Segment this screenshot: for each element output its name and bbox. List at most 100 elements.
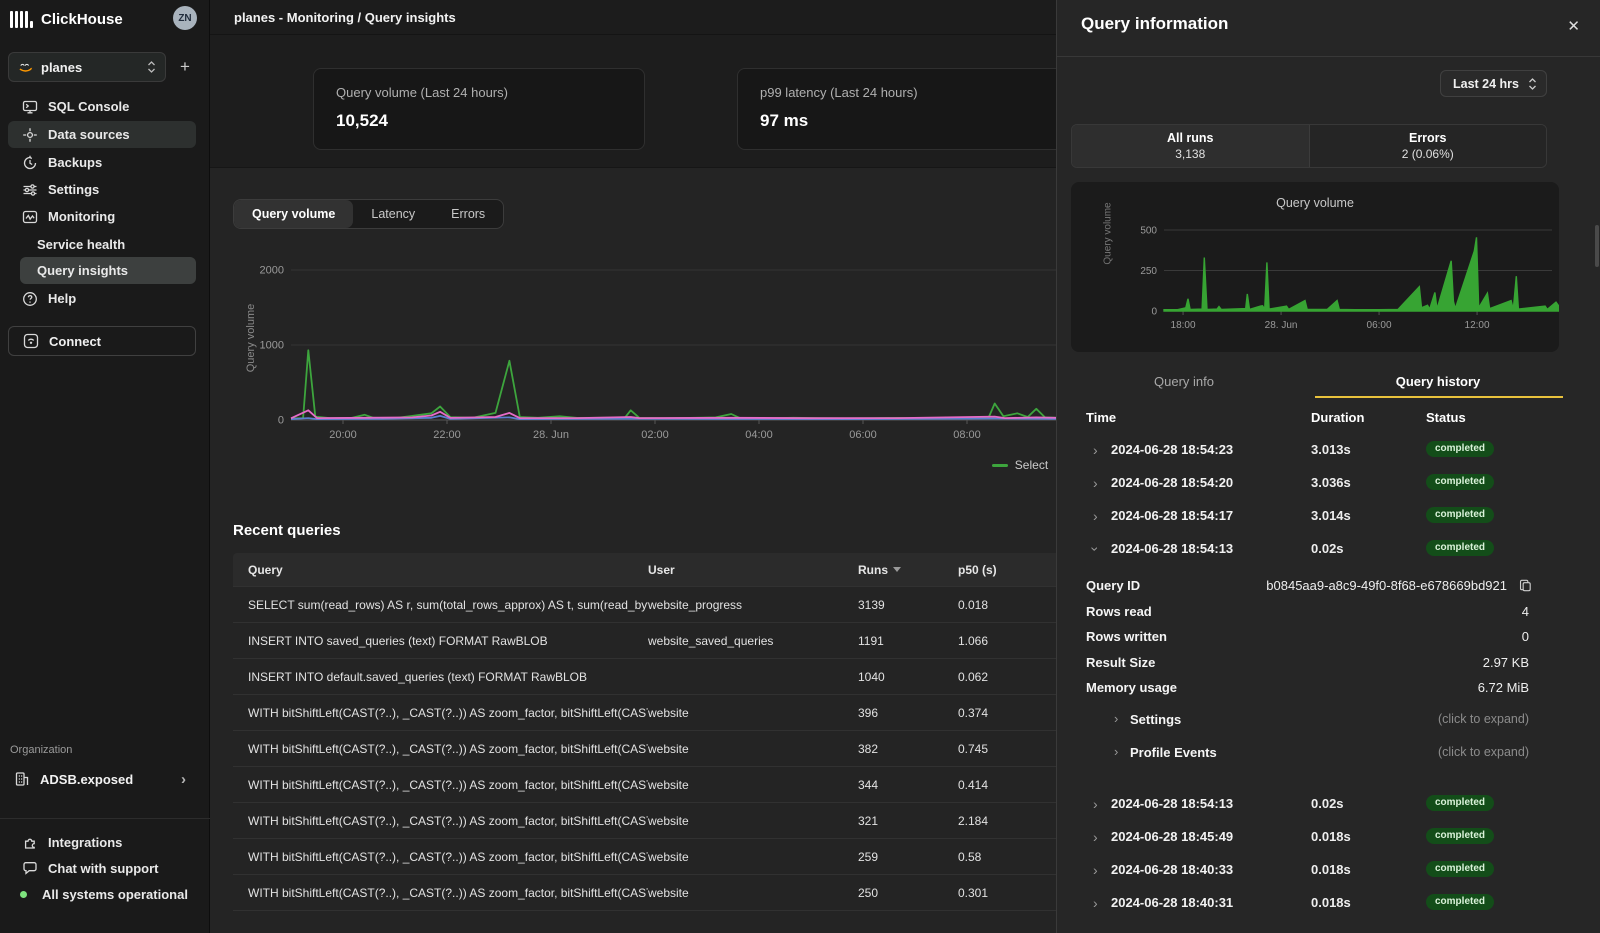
svg-text:06:00: 06:00 bbox=[849, 429, 877, 441]
tab-query-info[interactable]: Query info bbox=[1057, 368, 1311, 398]
cell-query: INSERT INTO default.saved_queries (text)… bbox=[233, 670, 648, 684]
segment-label: All runs bbox=[1167, 131, 1214, 145]
sidebar-item-label: Settings bbox=[48, 182, 99, 197]
detail-settings-expandable[interactable]: › Settings (click to expand) bbox=[1086, 712, 1537, 732]
organization-item[interactable]: ADSB.exposed › bbox=[8, 765, 196, 793]
sidebar-item-query-insights[interactable]: Query insights bbox=[20, 257, 196, 284]
terminal-icon bbox=[22, 99, 38, 115]
system-status-item[interactable]: All systems operational bbox=[8, 881, 196, 907]
detail-profile-events-expandable[interactable]: › Profile Events (click to expand) bbox=[1086, 745, 1537, 765]
add-service-button[interactable]: + bbox=[173, 55, 197, 79]
sidebar-item-label: Service health bbox=[37, 237, 125, 252]
tab-latency[interactable]: Latency bbox=[353, 200, 433, 228]
connect-button[interactable]: Connect bbox=[8, 326, 196, 356]
history-row[interactable]: › 2024-06-28 18:45:49 0.018s completed bbox=[1057, 821, 1600, 854]
sidebar-item-integrations[interactable]: Integrations bbox=[8, 829, 196, 855]
stat-card-p99-latency: p99 latency (Last 24 hours) 97 ms bbox=[737, 68, 1069, 150]
service-selector[interactable]: planes bbox=[8, 52, 166, 82]
cell-query: WITH bitShiftLeft(CAST(?..), _CAST(?..))… bbox=[233, 814, 648, 828]
sidebar-item-chat-support[interactable]: Chat with support bbox=[8, 855, 196, 881]
tab-errors[interactable]: Errors bbox=[433, 200, 503, 228]
svg-text:22:00: 22:00 bbox=[433, 429, 461, 441]
history-row[interactable]: › 2024-06-28 18:54:20 3.036s completed bbox=[1057, 467, 1600, 500]
col-header-user[interactable]: User bbox=[648, 563, 858, 577]
history-row[interactable]: › 2024-06-28 18:54:17 3.014s completed bbox=[1057, 500, 1600, 533]
mini-query-volume-chart[interactable]: 025050018:0028. Jun06:0012:00 bbox=[1107, 218, 1559, 340]
time-range-value: Last 24 hrs bbox=[1453, 77, 1519, 91]
panel-scrollbar[interactable] bbox=[1595, 225, 1599, 267]
status-ok-dot-icon bbox=[20, 891, 27, 898]
backups-icon bbox=[22, 155, 38, 171]
legend-item-select[interactable]: Select bbox=[992, 458, 1048, 472]
segment-all-runs[interactable]: All runs 3,138 bbox=[1072, 125, 1309, 167]
segment-value: 2 (0.06%) bbox=[1402, 147, 1454, 161]
cell-time: 2024-06-28 18:40:31 bbox=[1111, 895, 1233, 910]
divider bbox=[0, 818, 210, 819]
status-badge: completed bbox=[1426, 828, 1494, 844]
history-row-expanded[interactable]: › 2024-06-28 18:54:13 0.02s completed bbox=[1057, 533, 1600, 566]
cell-runs: 3139 bbox=[858, 598, 958, 612]
panel-title: Query information bbox=[1081, 14, 1228, 34]
sidebar-item-monitoring[interactable]: Monitoring bbox=[8, 203, 196, 230]
sidebar-item-data-sources[interactable]: Data sources bbox=[8, 121, 196, 148]
detail-rows-written: Rows written 0 bbox=[1086, 629, 1537, 649]
clickhouse-logo-icon bbox=[10, 11, 33, 28]
sidebar-item-label: Monitoring bbox=[48, 209, 115, 224]
detail-rows-read: Rows read 4 bbox=[1086, 604, 1537, 624]
cell-user: website bbox=[648, 742, 858, 756]
history-row[interactable]: › 2024-06-28 18:40:33 0.018s completed bbox=[1057, 854, 1600, 887]
building-icon bbox=[14, 771, 30, 787]
detail-label: Query ID bbox=[1086, 578, 1140, 593]
status-badge: completed bbox=[1426, 894, 1494, 910]
time-range-select[interactable]: Last 24 hrs bbox=[1440, 70, 1547, 97]
history-row[interactable]: › 2024-06-28 18:54:13 0.02s completed bbox=[1057, 788, 1600, 821]
history-row[interactable]: › 2024-06-28 18:54:23 3.013s completed bbox=[1057, 434, 1600, 467]
cell-user: website bbox=[648, 886, 858, 900]
copy-icon[interactable] bbox=[1518, 578, 1533, 598]
mini-chart-ylabel: Query volume bbox=[1103, 191, 1114, 277]
recent-queries-heading: Recent queries bbox=[233, 522, 341, 539]
sidebar-item-label: Help bbox=[48, 291, 76, 306]
sidebar-item-sql-console[interactable]: SQL Console bbox=[8, 93, 196, 120]
tab-query-history[interactable]: Query history bbox=[1311, 368, 1565, 398]
tab-query-volume[interactable]: Query volume bbox=[234, 200, 353, 228]
breadcrumb: planes - Monitoring / Query insights bbox=[234, 10, 456, 25]
sidebar-item-service-health[interactable]: Service health bbox=[20, 231, 196, 258]
status-badge: completed bbox=[1426, 474, 1494, 490]
help-icon bbox=[22, 291, 38, 307]
detail-value: 0 bbox=[1522, 629, 1529, 644]
cell-runs: 1191 bbox=[858, 634, 958, 648]
organization-heading: Organization bbox=[10, 744, 72, 756]
mini-chart-title: Query volume bbox=[1071, 196, 1559, 210]
stat-value: 97 ms bbox=[760, 111, 808, 131]
col-header-runs[interactable]: Runs bbox=[858, 563, 958, 577]
chevron-updown-icon bbox=[147, 60, 156, 74]
segment-value: 3,138 bbox=[1175, 147, 1205, 161]
cell-user: website_progress bbox=[648, 598, 858, 612]
query-volume-chart[interactable]: 01000200020:0022:0028. Jun02:0004:0006:0… bbox=[245, 260, 1105, 450]
cell-time: 2024-06-28 18:54:23 bbox=[1111, 442, 1233, 457]
cell-duration: 0.02s bbox=[1311, 541, 1344, 556]
sidebar-item-backups[interactable]: Backups bbox=[8, 149, 196, 176]
col-header-query[interactable]: Query bbox=[233, 563, 648, 577]
detail-value: 4 bbox=[1522, 604, 1529, 619]
sidebar-item-help[interactable]: Help bbox=[8, 285, 196, 312]
cell-time: 2024-06-28 18:54:13 bbox=[1111, 541, 1233, 556]
connect-label: Connect bbox=[49, 334, 101, 349]
col-header-time: Time bbox=[1086, 410, 1116, 425]
segment-errors[interactable]: Errors 2 (0.06%) bbox=[1309, 125, 1547, 167]
close-icon[interactable]: ✕ bbox=[1567, 17, 1580, 35]
cell-runs: 321 bbox=[858, 814, 958, 828]
cell-user: website bbox=[648, 850, 858, 864]
sidebar-item-label: Chat with support bbox=[48, 861, 159, 876]
cell-runs: 259 bbox=[858, 850, 958, 864]
query-information-panel: Query information ✕ Last 24 hrs All runs… bbox=[1056, 0, 1600, 933]
expand-hint: (click to expand) bbox=[1438, 745, 1529, 759]
svg-text:0: 0 bbox=[1151, 307, 1157, 318]
user-avatar[interactable]: ZN bbox=[173, 6, 197, 30]
detail-label: Settings bbox=[1130, 712, 1181, 727]
brand[interactable]: ClickHouse bbox=[10, 6, 123, 32]
sidebar-item-settings[interactable]: Settings bbox=[8, 176, 196, 203]
history-row[interactable]: › 2024-06-28 18:40:31 0.018s completed bbox=[1057, 887, 1600, 920]
cell-user: website bbox=[648, 814, 858, 828]
